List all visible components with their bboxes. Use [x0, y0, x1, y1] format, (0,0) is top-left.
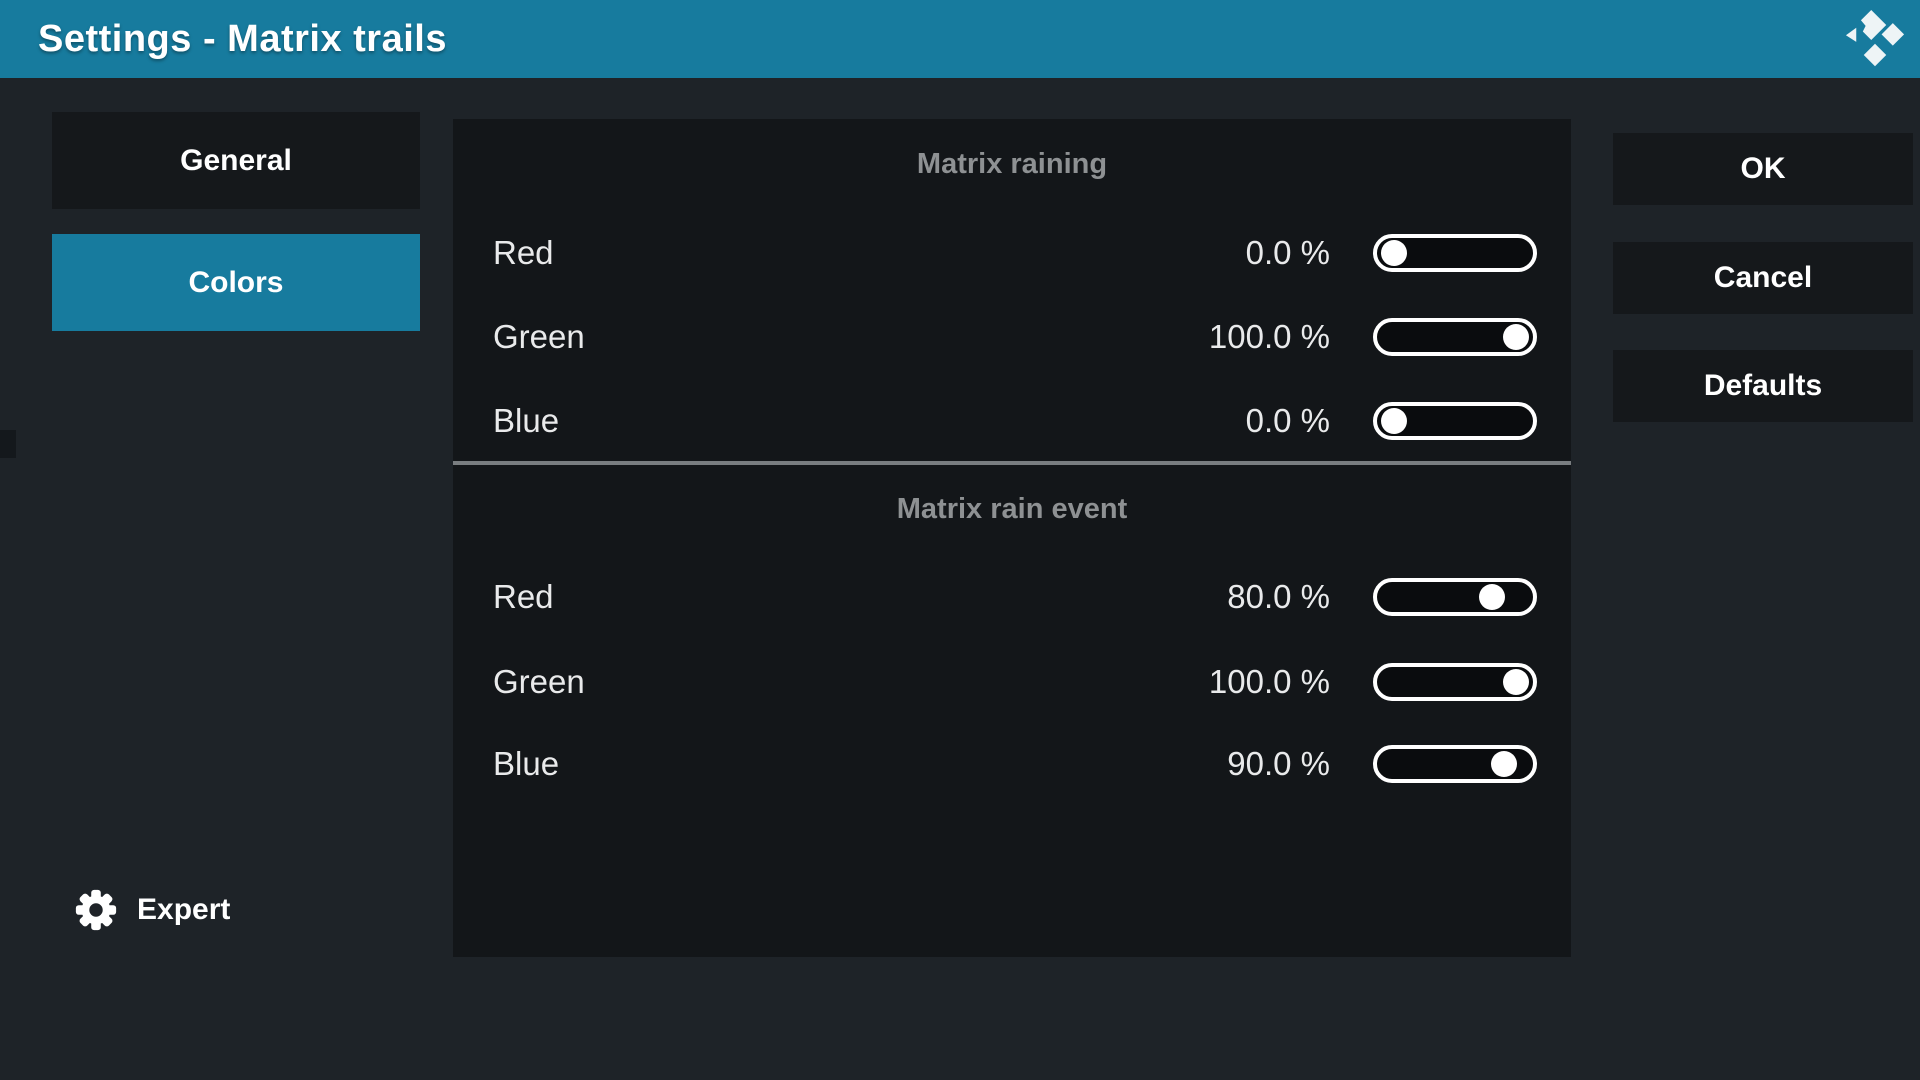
setting-label: Red [493, 229, 554, 277]
slider-knob[interactable] [1381, 408, 1407, 434]
setting-row-event-blue: Blue 90.0 % [453, 740, 1571, 788]
setting-value: 80.0 % [1227, 573, 1330, 621]
sidebar-item-label: General [180, 144, 292, 178]
ok-button[interactable]: OK [1613, 133, 1913, 205]
event-green-slider[interactable] [1373, 663, 1537, 701]
raining-blue-slider[interactable] [1373, 402, 1537, 440]
raining-green-slider[interactable] [1373, 318, 1537, 356]
sidebar-item-label: Colors [188, 266, 283, 300]
setting-row-event-red: Red 80.0 % [453, 573, 1571, 621]
sidebar-item-general[interactable]: General [52, 112, 420, 209]
setting-label: Green [493, 658, 585, 706]
cancel-button[interactable]: Cancel [1613, 242, 1913, 314]
title-bar: Settings - Matrix trails [0, 0, 1920, 78]
sidebar-item-colors[interactable]: Colors [52, 234, 420, 331]
setting-value: 0.0 % [1246, 397, 1330, 445]
slider-knob[interactable] [1479, 584, 1505, 610]
gear-icon [73, 887, 119, 933]
setting-value: 90.0 % [1227, 740, 1330, 788]
button-label: OK [1741, 152, 1786, 186]
event-blue-slider[interactable] [1373, 745, 1537, 783]
settings-level-toggle[interactable]: Expert [73, 886, 230, 934]
setting-row-raining-green: Green 100.0 % [453, 313, 1571, 361]
setting-row-event-green: Green 100.0 % [453, 658, 1571, 706]
defaults-button[interactable]: Defaults [1613, 350, 1913, 422]
setting-row-raining-blue: Blue 0.0 % [453, 397, 1571, 445]
slider-knob[interactable] [1491, 751, 1517, 777]
slider-knob[interactable] [1503, 669, 1529, 695]
raining-red-slider[interactable] [1373, 234, 1537, 272]
settings-panel: Matrix raining Red 0.0 % Green 100.0 % B… [453, 119, 1571, 957]
setting-label: Green [493, 313, 585, 361]
left-edge-notch [0, 430, 16, 458]
setting-label: Red [493, 573, 554, 621]
settings-level-label: Expert [137, 893, 230, 927]
slider-knob[interactable] [1381, 240, 1407, 266]
slider-knob[interactable] [1503, 324, 1529, 350]
setting-value: 0.0 % [1246, 229, 1330, 277]
section-header-matrix-raining: Matrix raining [453, 146, 1571, 182]
setting-value: 100.0 % [1209, 658, 1330, 706]
button-label: Defaults [1704, 369, 1822, 403]
setting-label: Blue [493, 397, 559, 445]
section-header-matrix-rain-event: Matrix rain event [453, 491, 1571, 527]
kodi-logo-icon [1845, 8, 1905, 70]
page-title: Settings - Matrix trails [38, 0, 447, 78]
setting-label: Blue [493, 740, 559, 788]
setting-value: 100.0 % [1209, 313, 1330, 361]
button-label: Cancel [1714, 261, 1812, 295]
section-divider [453, 461, 1571, 465]
setting-row-raining-red: Red 0.0 % [453, 229, 1571, 277]
event-red-slider[interactable] [1373, 578, 1537, 616]
